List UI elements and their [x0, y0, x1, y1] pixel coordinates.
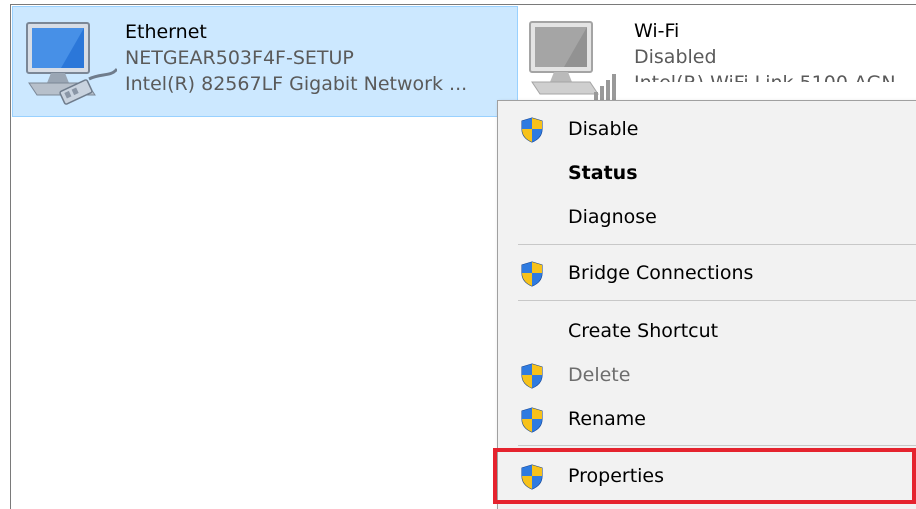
menu-item-label: Delete — [568, 364, 631, 386]
ethernet-network: NETGEAR503F4F-SETUP — [125, 47, 354, 69]
menu-separator — [518, 300, 916, 301]
menu-item-label: Create Shortcut — [568, 320, 719, 342]
wifi-device: Intel(R) WiFi Link 5100 AGN — [634, 72, 896, 94]
menu-item-diagnose[interactable]: Diagnose — [498, 195, 916, 239]
wifi-adapter-icon — [524, 16, 616, 100]
wifi-name: Wi-Fi — [634, 20, 680, 42]
uac-shield-icon — [520, 407, 544, 433]
menu-item-delete: Delete — [498, 353, 916, 397]
menu-item-label: Diagnose — [568, 206, 657, 228]
menu-item-disable[interactable]: Disable — [498, 107, 916, 151]
menu-item-create-shortcut[interactable]: Create Shortcut — [498, 309, 916, 353]
menu-item-bridge-connections[interactable]: Bridge Connections — [498, 251, 916, 295]
uac-shield-icon — [520, 261, 544, 287]
menu-separator — [518, 445, 916, 446]
ethernet-name: Ethernet — [125, 21, 207, 43]
menu-separator — [518, 244, 916, 245]
menu-item-label: Status — [568, 162, 638, 184]
ethernet-adapter-icon — [21, 17, 117, 105]
wifi-status: Disabled — [634, 46, 717, 68]
ethernet-device: Intel(R) 82567LF Gigabit Network ... — [125, 73, 468, 95]
menu-item-label: Disable — [568, 118, 639, 140]
uac-shield-icon — [520, 117, 544, 143]
menu-item-label: Bridge Connections — [568, 262, 754, 284]
properties-highlight-box — [493, 448, 916, 504]
uac-shield-icon — [520, 363, 544, 389]
menu-item-rename[interactable]: Rename — [498, 397, 916, 441]
menu-item-label: Rename — [568, 408, 646, 430]
menu-item-status[interactable]: Status — [498, 151, 916, 195]
ethernet-adapter[interactable]: Ethernet NETGEAR503F4F-SETUP Intel(R) 82… — [12, 6, 518, 117]
